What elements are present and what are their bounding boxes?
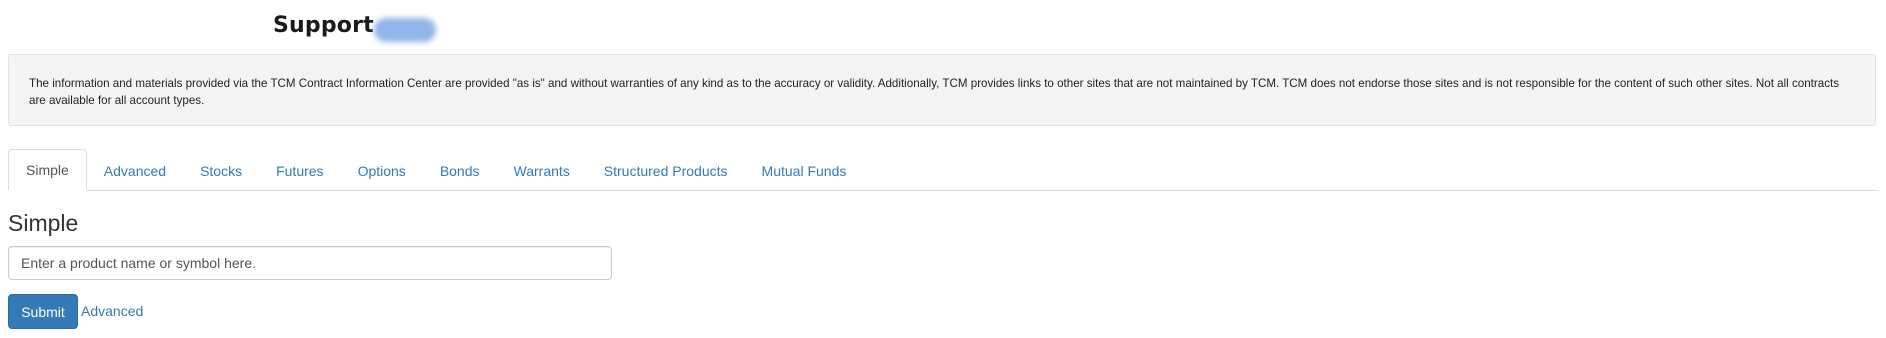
tab-advanced[interactable]: Advanced — [87, 151, 183, 191]
tab-label: Warrants — [513, 163, 570, 179]
tab-label: Stocks — [200, 163, 243, 179]
tab-label: Advanced — [103, 163, 167, 179]
tab-label: Bonds — [439, 163, 480, 179]
disclaimer-text: The information and materials provided v… — [29, 77, 1840, 107]
disclaimer-panel: The information and materials provided v… — [8, 54, 1876, 126]
product-type-tabs: Simple Advanced Stocks Futures Options B… — [8, 148, 1878, 191]
product-search-input[interactable] — [8, 246, 612, 280]
tab-warrants[interactable]: Warrants — [497, 151, 587, 191]
tab-structured-products[interactable]: Structured Products — [587, 151, 745, 191]
tab-simple[interactable]: Simple — [8, 149, 87, 191]
page-title: Support — [273, 13, 374, 38]
tab-mutual-funds[interactable]: Mutual Funds — [745, 151, 864, 191]
redacted-badge — [374, 18, 436, 42]
page: Support The information and materials pr… — [0, 0, 1886, 338]
tab-label: Futures — [276, 163, 324, 179]
tab-label: Simple — [26, 162, 69, 178]
tab-label: Options — [357, 163, 406, 179]
submit-button[interactable]: Submit — [8, 294, 78, 329]
tab-bonds[interactable]: Bonds — [423, 151, 497, 191]
tab-label: Mutual Funds — [761, 163, 847, 179]
top-bar: Support — [0, 0, 1886, 52]
tab-options[interactable]: Options — [341, 151, 423, 191]
tab-stocks[interactable]: Stocks — [183, 151, 259, 191]
tab-futures[interactable]: Futures — [259, 151, 340, 191]
advanced-link[interactable]: Advanced — [81, 303, 143, 319]
section-heading: Simple — [8, 210, 79, 236]
tab-label: Structured Products — [603, 163, 728, 179]
